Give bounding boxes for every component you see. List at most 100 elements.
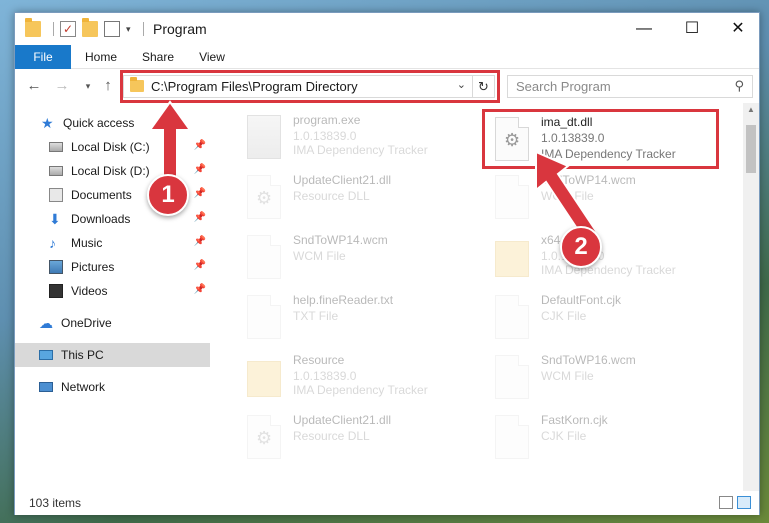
minimize-button[interactable]: — xyxy=(621,13,667,45)
quick-access-toolbar: ✓ ▾ xyxy=(25,18,150,39)
nav-item-label: Downloads xyxy=(71,212,131,226)
close-button[interactable]: ✕ xyxy=(715,13,761,45)
file-type: CJK File xyxy=(541,309,587,323)
star-icon: ★ xyxy=(41,115,54,131)
status-bar: 103 items xyxy=(15,491,759,515)
ribbon-tabs: File Home Share View xyxy=(15,45,759,101)
step-badge-1: 1 xyxy=(147,174,189,216)
file-icon xyxy=(495,295,529,339)
window-title: Program xyxy=(153,21,207,37)
new-folder-icon[interactable] xyxy=(82,18,98,37)
download-icon: ⬇ xyxy=(49,211,61,227)
forward-arrow-icon[interactable]: → xyxy=(53,77,71,95)
pin-icon[interactable]: 📌 xyxy=(194,236,206,247)
file-version: 1.0.13839.0 xyxy=(293,129,357,143)
title-bar: ✓ ▾ Program — ☐ ✕ xyxy=(15,13,759,45)
network-icon xyxy=(39,382,53,392)
nav-item-pictures[interactable]: Pictures 📌 xyxy=(15,255,210,279)
nav-item-label: Videos xyxy=(71,284,108,298)
tab-home[interactable]: Home xyxy=(77,45,125,69)
nav-item-label: Local Disk (C:) xyxy=(71,140,150,154)
pc-icon xyxy=(39,350,53,360)
file-type: WCM File xyxy=(293,249,346,263)
folder-icon[interactable] xyxy=(25,18,41,37)
exe-icon xyxy=(247,115,281,159)
drive-icon xyxy=(49,142,63,152)
address-bar-highlight xyxy=(120,70,500,103)
file-icon xyxy=(247,295,281,339)
nav-item-onedrive[interactable]: ☁ OneDrive xyxy=(15,311,210,335)
file-tile[interactable]: SndToWP14.wcm WCM File xyxy=(489,171,729,227)
nav-item-videos[interactable]: Videos 📌 xyxy=(15,279,210,303)
nav-item-label: This PC xyxy=(61,348,104,362)
file-tile[interactable]: ⚙ UpdateClient21.dll Resource DLL xyxy=(241,171,481,227)
file-tile[interactable]: ⚙ UpdateClient21.dll Resource DLL xyxy=(241,411,481,467)
cloud-icon: ☁ xyxy=(39,315,53,331)
pin-icon[interactable]: 📌 xyxy=(194,260,206,271)
recent-locations-chevron-icon[interactable]: ▾ xyxy=(79,77,97,95)
folder-icon xyxy=(495,241,529,277)
dll-gear-icon: ⚙ xyxy=(247,175,281,219)
scrollbar-thumb[interactable] xyxy=(746,125,756,173)
nav-item-label: Local Disk (D:) xyxy=(71,164,150,178)
file-icon xyxy=(495,355,529,399)
file-tile[interactable]: SndToWP14.wcm WCM File xyxy=(241,231,481,287)
file-description: IMA Dependency Tracker xyxy=(293,383,428,397)
nav-item-label: Music xyxy=(71,236,103,250)
folder-icon xyxy=(247,361,281,397)
nav-item-label: Quick access xyxy=(63,116,135,130)
file-tile[interactable]: DefaultFont.cjk CJK File xyxy=(489,291,729,347)
details-view-icon[interactable] xyxy=(719,496,733,509)
tab-view[interactable]: View xyxy=(191,45,233,69)
file-name: DefaultFont.cjk xyxy=(541,293,622,307)
toolbar-divider xyxy=(53,22,54,36)
customize-icon[interactable] xyxy=(104,21,120,37)
pictures-icon xyxy=(49,260,63,274)
file-version: 1.0.13839.0 xyxy=(293,369,357,383)
file-type: TXT File xyxy=(293,309,339,323)
vertical-scrollbar[interactable]: ▲ xyxy=(743,103,759,493)
nav-item-this-pc[interactable]: This PC xyxy=(15,343,210,367)
search-icon[interactable]: ⚲ xyxy=(734,78,744,94)
search-input[interactable] xyxy=(508,76,718,97)
nav-item-network[interactable]: Network xyxy=(15,375,210,399)
file-tile[interactable]: SndToWP16.wcm WCM File xyxy=(489,351,729,407)
nav-item-label: Network xyxy=(61,380,106,394)
pin-icon[interactable]: 📌 xyxy=(194,284,206,295)
file-name: UpdateClient21.dll xyxy=(293,413,392,427)
nav-item-label: OneDrive xyxy=(61,316,112,330)
properties-check-icon[interactable]: ✓ xyxy=(60,21,76,37)
file-name: Resource xyxy=(293,353,345,367)
file-icon xyxy=(247,235,281,279)
file-type: Resource DLL xyxy=(293,429,370,443)
drive-icon xyxy=(49,166,63,176)
file-tile[interactable]: FastKorn.cjk CJK File xyxy=(489,411,729,467)
dll-gear-icon: ⚙ xyxy=(247,415,281,459)
file-name: FastKorn.cjk xyxy=(541,413,608,427)
search-box[interactable]: ⚲ xyxy=(507,75,753,98)
file-name: SndToWP16.wcm xyxy=(541,353,636,367)
chevron-down-icon[interactable]: ▾ xyxy=(126,24,131,35)
file-name: program.exe xyxy=(293,113,361,127)
pin-icon[interactable]: 📌 xyxy=(194,212,206,223)
file-name: SndToWP14.wcm xyxy=(293,233,388,247)
videos-icon xyxy=(49,284,63,298)
file-type: Resource DLL xyxy=(293,189,370,203)
scroll-up-icon[interactable]: ▲ xyxy=(743,105,759,114)
file-tile[interactable]: x64 1.0.13839.0 IMA Dependency Tracker xyxy=(489,231,729,287)
file-name: help.fineReader.txt xyxy=(293,293,394,307)
documents-icon xyxy=(49,188,63,202)
back-arrow-icon[interactable]: ← xyxy=(25,77,43,95)
maximize-button[interactable]: ☐ xyxy=(669,13,715,45)
nav-item-music[interactable]: ♪ Music 📌 xyxy=(15,231,210,255)
music-icon: ♪ xyxy=(49,235,56,251)
file-tile[interactable]: program.exe 1.0.13839.0 IMA Dependency T… xyxy=(241,111,481,167)
nav-item-label: Pictures xyxy=(71,260,115,274)
file-tile[interactable]: Resource 1.0.13839.0 IMA Dependency Trac… xyxy=(241,351,481,407)
file-name: UpdateClient21.dll xyxy=(293,173,392,187)
tiles-view-icon[interactable] xyxy=(737,496,751,509)
tab-share[interactable]: Share xyxy=(135,45,181,69)
up-arrow-icon[interactable]: ↑ xyxy=(99,77,117,95)
file-tile[interactable]: help.fineReader.txt TXT File xyxy=(241,291,481,347)
item-count: 103 items xyxy=(29,496,82,510)
